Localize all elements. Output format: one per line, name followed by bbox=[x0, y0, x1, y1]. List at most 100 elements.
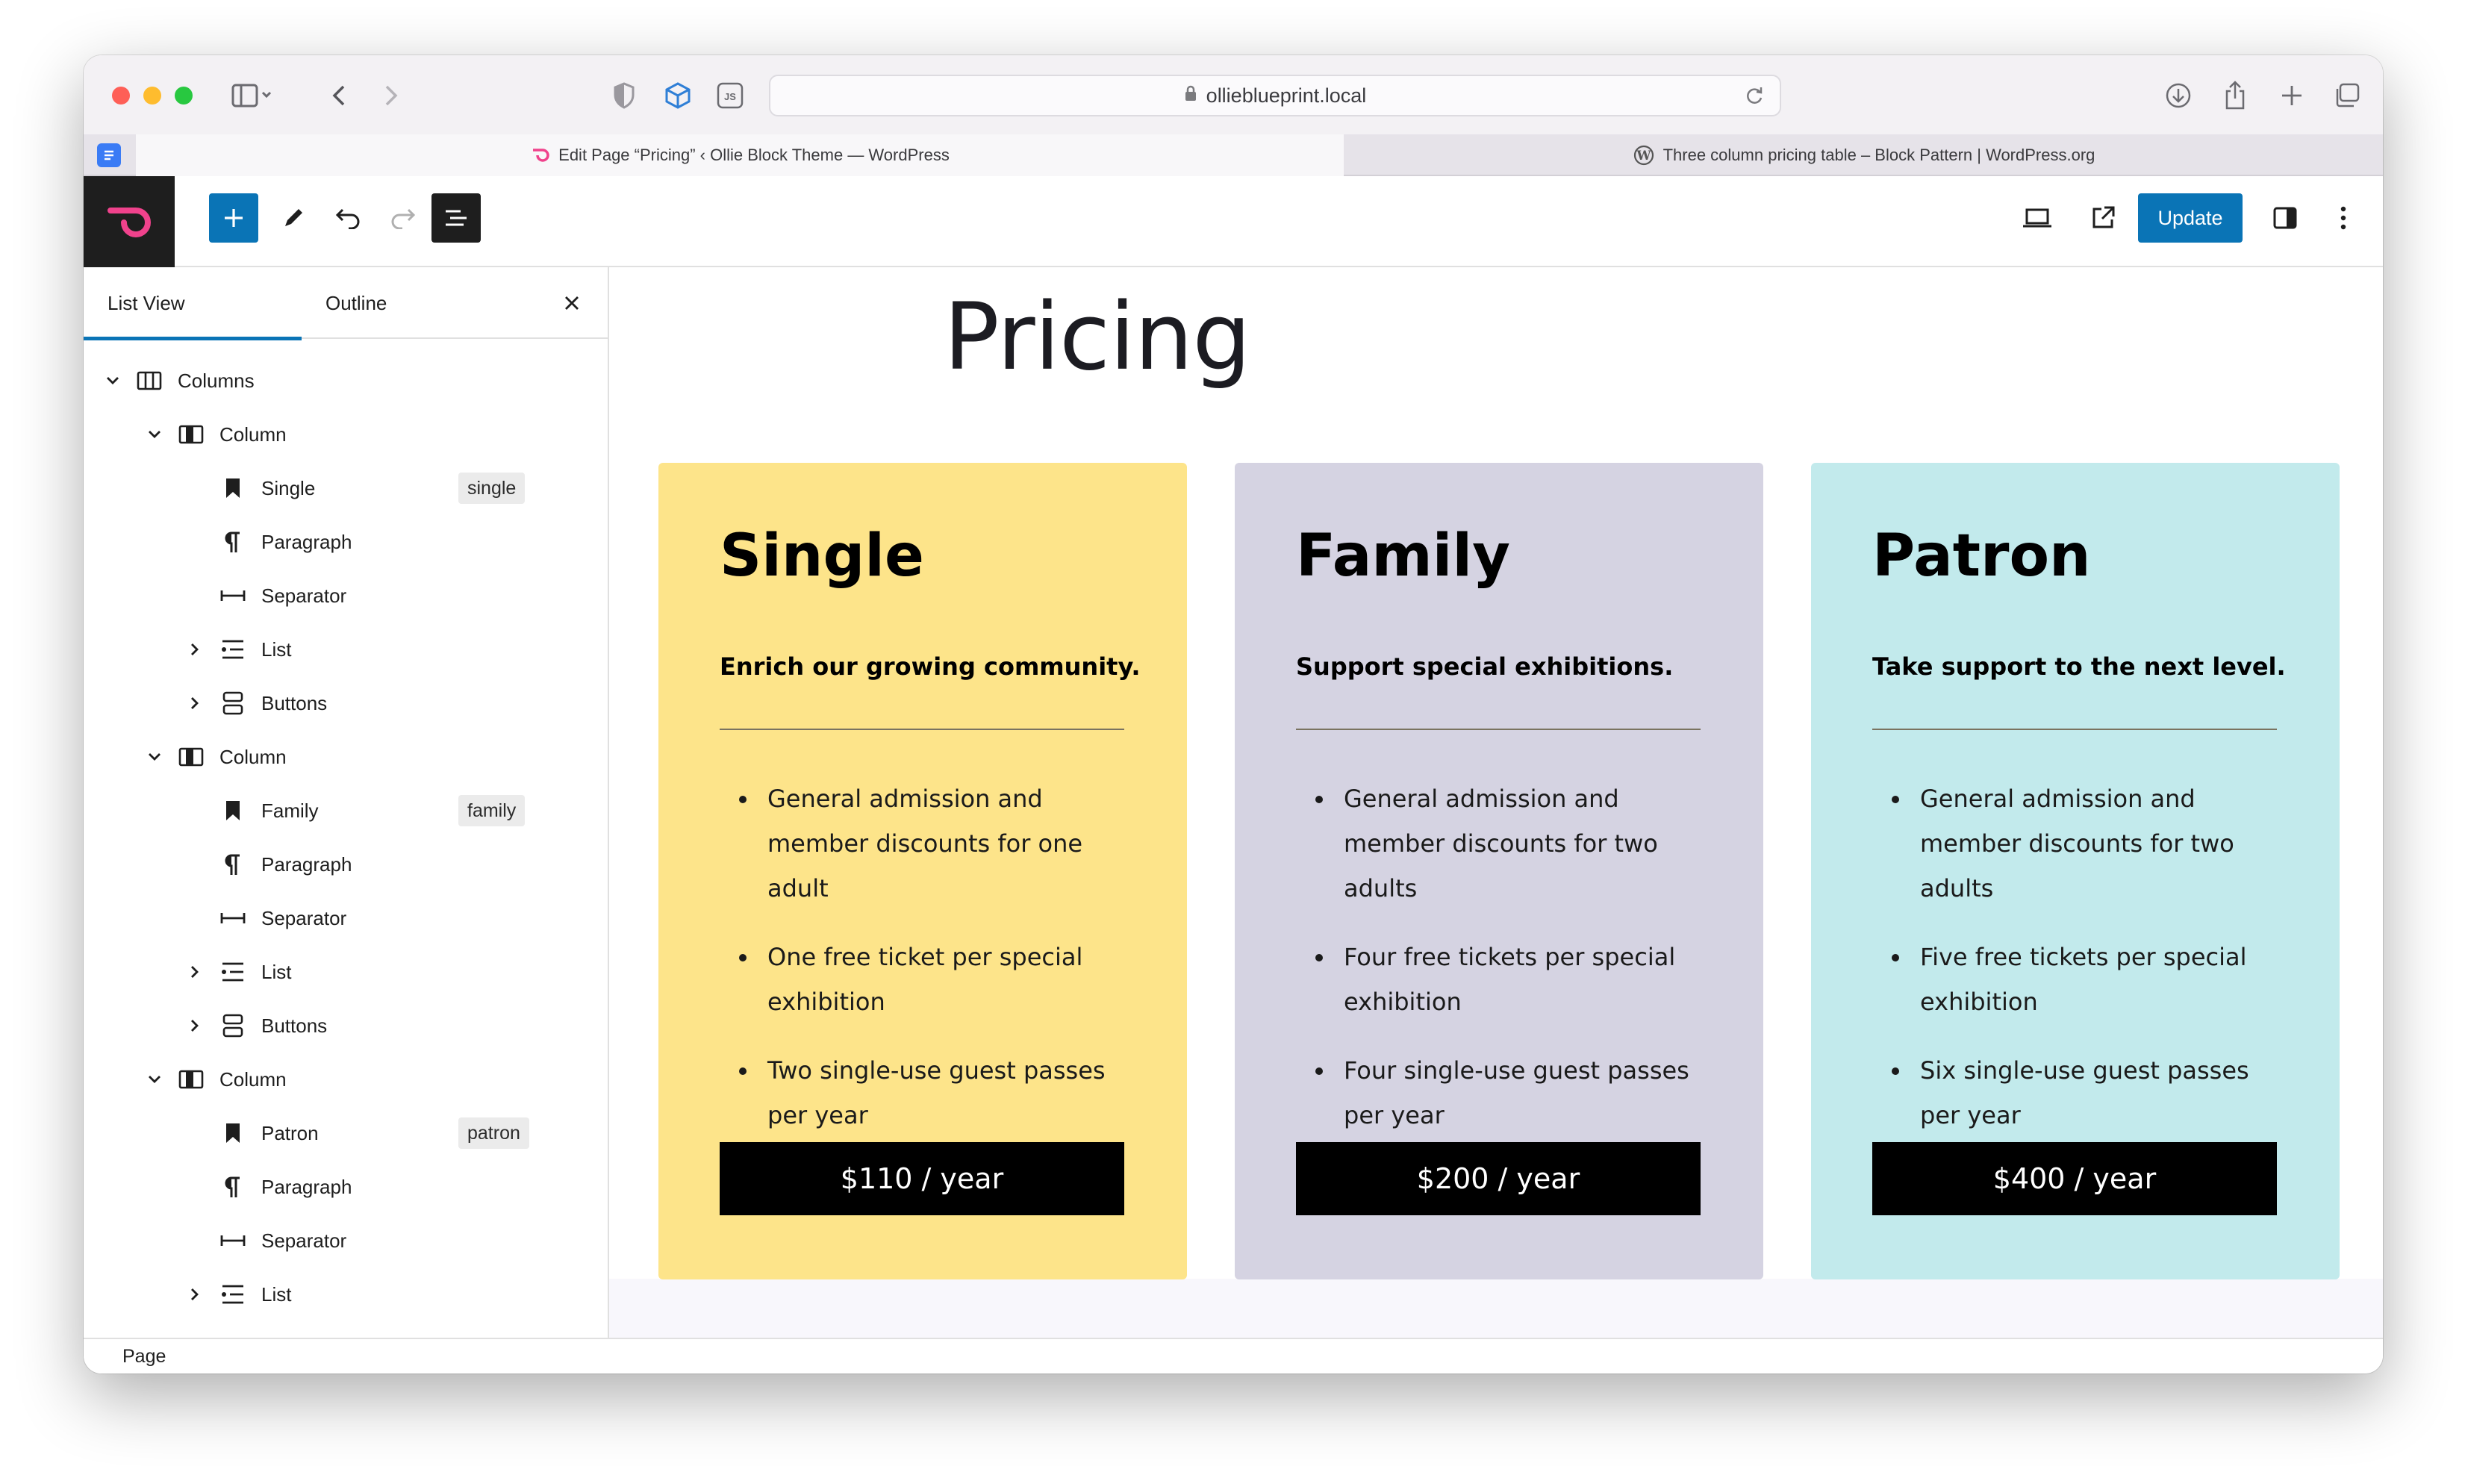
forward-icon[interactable] bbox=[373, 78, 409, 113]
view-page-button[interactable] bbox=[2078, 193, 2128, 243]
page-content: Pricing Single Enrich our growing commun… bbox=[609, 267, 2383, 1279]
list-item[interactable]: Six single-use guest passes per year bbox=[1872, 1048, 2290, 1138]
list-item[interactable]: General admission and member discounts f… bbox=[720, 776, 1138, 911]
list-item[interactable]: Two single-use guest passes per year bbox=[720, 1048, 1138, 1138]
tree-item-paragraph[interactable]: Paragraph bbox=[84, 1160, 608, 1214]
tree-item-heading-single[interactable]: Single single bbox=[84, 461, 608, 515]
address-bar[interactable]: ollieblueprint.local bbox=[769, 75, 1781, 116]
tree-item-column[interactable]: Column bbox=[84, 1053, 608, 1106]
tree-item-buttons[interactable]: Buttons bbox=[84, 676, 608, 730]
ollie-favicon-icon bbox=[530, 147, 549, 163]
tab-outline[interactable]: Outline bbox=[302, 267, 518, 339]
ollie-logo-icon bbox=[107, 208, 151, 237]
pricing-card-patron[interactable]: Patron Take support to the next level. G… bbox=[1811, 463, 2340, 1279]
card-paragraph[interactable]: Take support to the next level. bbox=[1872, 652, 2286, 681]
tab-label: Three column pricing table – Block Patte… bbox=[1662, 146, 2095, 164]
site-logo-button[interactable] bbox=[84, 176, 175, 267]
list-item[interactable]: Five free tickets per special exhibition bbox=[1872, 935, 2290, 1024]
tree-item-label: Buttons bbox=[261, 691, 328, 714]
redo-button[interactable] bbox=[378, 193, 427, 243]
tree-item-heading-family[interactable]: Family family bbox=[84, 784, 608, 838]
options-menu-button[interactable] bbox=[2319, 193, 2368, 243]
price-button[interactable]: $400 / year bbox=[1872, 1142, 2277, 1215]
js-extension-icon[interactable]: JS bbox=[712, 78, 748, 113]
tools-button[interactable] bbox=[269, 193, 318, 243]
chevron-down-icon[interactable] bbox=[145, 1070, 164, 1089]
new-tab-icon[interactable] bbox=[2274, 78, 2310, 113]
chevron-down-icon[interactable] bbox=[145, 747, 164, 767]
tree-item-separator[interactable]: Separator bbox=[84, 891, 608, 945]
update-button[interactable]: Update bbox=[2138, 193, 2243, 243]
chevron-right-icon[interactable] bbox=[185, 640, 205, 659]
tree-item-label: List bbox=[261, 960, 292, 983]
price-button[interactable]: $200 / year bbox=[1296, 1142, 1701, 1215]
tab-wordpress-editor[interactable]: Edit Page “Pricing” ‹ Ollie Block Theme … bbox=[136, 134, 1344, 176]
tree-item-paragraph[interactable]: Paragraph bbox=[84, 838, 608, 891]
paragraph-icon bbox=[218, 527, 248, 557]
list-item[interactable]: Four free tickets per special exhibition bbox=[1296, 935, 1714, 1024]
card-heading[interactable]: Patron bbox=[1872, 523, 2091, 590]
chevron-down-icon[interactable] bbox=[103, 371, 122, 390]
tab-wordpress-org[interactable]: W Three column pricing table – Block Pat… bbox=[1345, 134, 2383, 176]
reload-icon[interactable] bbox=[1744, 85, 1765, 111]
maximize-window-button[interactable] bbox=[175, 87, 193, 105]
chevron-right-icon[interactable] bbox=[185, 1285, 205, 1304]
tree-item-column[interactable]: Column bbox=[84, 408, 608, 461]
chevron-right-icon[interactable] bbox=[185, 962, 205, 982]
tree-item-list[interactable]: List bbox=[84, 1268, 608, 1321]
tree-item-separator[interactable]: Separator bbox=[84, 569, 608, 623]
sidebar-toggle-icon[interactable] bbox=[222, 78, 282, 113]
tree-item-buttons[interactable]: Buttons bbox=[84, 999, 608, 1053]
back-icon[interactable] bbox=[321, 78, 357, 113]
card-separator[interactable] bbox=[720, 729, 1124, 730]
privacy-shield-icon[interactable] bbox=[606, 78, 642, 113]
external-link-icon bbox=[2092, 206, 2115, 228]
tree-item-heading-patron[interactable]: Patron patron bbox=[84, 1106, 608, 1160]
tree-item-list[interactable]: List bbox=[84, 945, 608, 999]
close-window-button[interactable] bbox=[112, 87, 130, 105]
tab-overview-icon[interactable] bbox=[2329, 78, 2365, 113]
breadcrumb-item-page[interactable]: Page bbox=[122, 1346, 166, 1368]
list-item[interactable]: Four single-use guest passes per year bbox=[1296, 1048, 1714, 1138]
card-paragraph[interactable]: Enrich our growing community. bbox=[720, 652, 1141, 681]
chevron-right-icon[interactable] bbox=[185, 693, 205, 713]
list-item[interactable]: General admission and member discounts f… bbox=[1296, 776, 1714, 911]
browser-toolbar: JS ollieblueprint.local bbox=[84, 55, 2383, 134]
downloads-icon[interactable] bbox=[2160, 78, 2196, 113]
card-separator[interactable] bbox=[1872, 729, 2277, 730]
card-list[interactable]: General admission and member discounts f… bbox=[720, 776, 1138, 1162]
pinned-tab-icon[interactable] bbox=[97, 143, 121, 167]
add-block-button[interactable] bbox=[209, 193, 258, 243]
tab-list-view[interactable]: List View bbox=[84, 267, 302, 340]
card-heading[interactable]: Family bbox=[1296, 523, 1510, 590]
extension-box-icon[interactable] bbox=[660, 78, 696, 113]
preview-device-button[interactable] bbox=[2013, 193, 2062, 243]
list-item[interactable]: General admission and member discounts f… bbox=[1872, 776, 2290, 911]
page-title[interactable]: Pricing bbox=[944, 284, 1251, 391]
card-separator[interactable] bbox=[1296, 729, 1701, 730]
chevron-down-icon[interactable] bbox=[145, 425, 164, 444]
card-paragraph[interactable]: Support special exhibitions. bbox=[1296, 652, 1673, 681]
tree-item-label: Paragraph bbox=[261, 852, 352, 876]
document-overview-button[interactable] bbox=[431, 193, 481, 243]
tree-item-label: Patron bbox=[261, 1121, 319, 1144]
list-item[interactable]: One free ticket per special exhibition bbox=[720, 935, 1138, 1024]
card-list[interactable]: General admission and member discounts f… bbox=[1296, 776, 1714, 1162]
tree-item-column[interactable]: Column bbox=[84, 730, 608, 784]
card-heading[interactable]: Single bbox=[720, 523, 924, 590]
tree-item-list[interactable]: List bbox=[84, 623, 608, 676]
pricing-card-single[interactable]: Single Enrich our growing community. Gen… bbox=[658, 463, 1187, 1279]
tree-item-paragraph[interactable]: Paragraph bbox=[84, 515, 608, 569]
undo-button[interactable] bbox=[324, 193, 373, 243]
chevron-right-icon[interactable] bbox=[185, 1016, 205, 1035]
price-button[interactable]: $110 / year bbox=[720, 1142, 1124, 1215]
minimize-window-button[interactable] bbox=[143, 87, 161, 105]
tree-item-label: Column bbox=[219, 1067, 287, 1091]
settings-sidebar-button[interactable] bbox=[2260, 193, 2310, 243]
card-list[interactable]: General admission and member discounts f… bbox=[1872, 776, 2290, 1162]
close-panel-button[interactable] bbox=[558, 290, 585, 317]
share-icon[interactable] bbox=[2217, 78, 2253, 113]
tree-item-columns[interactable]: Columns bbox=[84, 354, 608, 408]
pricing-card-family[interactable]: Family Support special exhibitions. Gene… bbox=[1235, 463, 1763, 1279]
tree-item-separator[interactable]: Separator bbox=[84, 1214, 608, 1268]
